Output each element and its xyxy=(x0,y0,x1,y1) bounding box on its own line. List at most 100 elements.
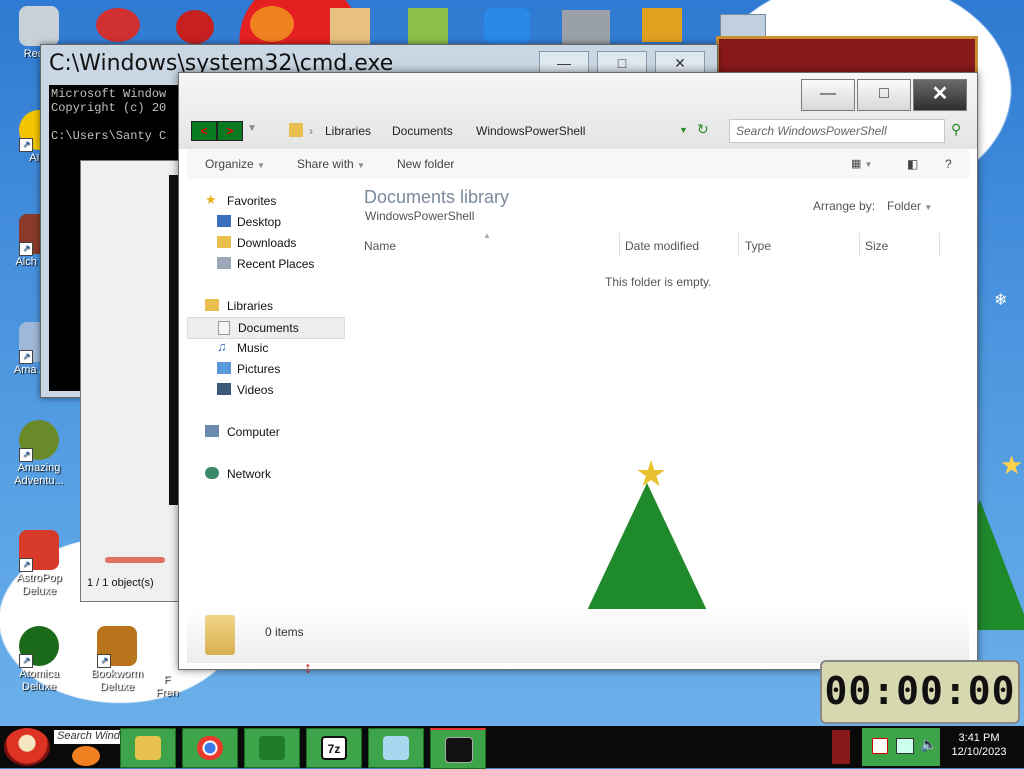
search-icon[interactable]: ⚲ xyxy=(951,121,961,138)
firefox-icon[interactable] xyxy=(250,6,294,42)
column-header-date-modified[interactable]: Date modified xyxy=(625,239,699,253)
taskbar-file-explorer[interactable] xyxy=(120,728,176,768)
minimize-button[interactable]: — xyxy=(801,79,855,111)
star-icon: ★ xyxy=(1000,450,1024,480)
shortcut-arrow-icon: ↗ xyxy=(19,558,33,572)
chevron-down-icon: ▼ xyxy=(924,203,933,212)
pictures-icon xyxy=(217,362,231,374)
preview-pane-icon[interactable]: ◧ xyxy=(907,157,918,171)
object-count-status: 1 / 1 object(s) xyxy=(87,577,154,589)
breadcrumb-documents[interactable]: Documents xyxy=(392,124,453,138)
close-button[interactable]: ✕ xyxy=(913,79,967,111)
explorer-window[interactable]: — □ ✕ < > ▼ › Libraries Documents Window… xyxy=(178,72,978,670)
maximize-button[interactable]: □ xyxy=(857,79,911,111)
breadcrumb-separator-icon: › xyxy=(309,124,313,138)
desktop-icon-bookworm[interactable]: ↗ Bookworm Deluxe xyxy=(82,626,152,694)
help-button[interactable]: ? xyxy=(945,157,952,171)
clock-date: 12/10/2023 xyxy=(951,746,1007,758)
taskbar-clock[interactable]: 3:41 PM 12/10/2023 xyxy=(944,731,1014,759)
timer-gadget[interactable]: 00:00:00 xyxy=(820,660,1020,724)
navigation-pane: ★ Favorites Desktop Downloads Recent Pla… xyxy=(187,179,347,609)
column-header-size[interactable]: Size xyxy=(865,239,888,253)
nav-videos[interactable]: Videos xyxy=(187,380,343,400)
new-folder-button[interactable]: New folder xyxy=(397,157,454,171)
back-button[interactable]: < xyxy=(191,121,217,141)
nav-music[interactable]: ♫ Music xyxy=(187,338,343,358)
start-button[interactable] xyxy=(4,728,50,766)
chrome-icon xyxy=(197,736,223,760)
shortcut-arrow-icon: ↗ xyxy=(19,242,33,256)
computer-icon xyxy=(205,425,219,437)
column-divider[interactable] xyxy=(619,233,620,257)
folder-icon xyxy=(205,615,235,655)
taskbar-7zip[interactable]: 7z xyxy=(306,728,362,768)
breadcrumb-libraries[interactable]: Libraries xyxy=(325,124,371,138)
game-icon[interactable] xyxy=(96,8,140,42)
recent-pages-chevron-icon[interactable]: ▼ xyxy=(247,123,257,134)
firefox-icon[interactable] xyxy=(72,746,100,766)
nav-computer[interactable]: Computer xyxy=(187,422,343,442)
frog-icon[interactable] xyxy=(408,8,448,44)
item-count: 0 items xyxy=(265,625,304,639)
nav-network[interactable]: Network xyxy=(187,464,343,484)
view-options-icon[interactable]: ▦ ▼ xyxy=(851,157,872,170)
forward-button[interactable]: > xyxy=(217,121,243,141)
chevron-down-icon: ▼ xyxy=(257,161,265,170)
taskbar-christmas-tree[interactable] xyxy=(244,728,300,768)
arrange-by-dropdown[interactable]: Folder ▼ xyxy=(887,199,932,213)
taskbar-command-prompt[interactable] xyxy=(430,728,486,769)
nav-recent-places[interactable]: Recent Places xyxy=(187,254,343,274)
shark-icon[interactable] xyxy=(562,10,610,44)
shortcut-arrow-icon: ↗ xyxy=(19,448,33,462)
share-with-menu[interactable]: Share with ▼ xyxy=(297,157,365,171)
snowflake-icon: ❄ xyxy=(994,292,1008,309)
taskbar: Search Wind 7z 🔈 3:41 PM 12/10/2023 xyxy=(0,726,1024,769)
network-tray-icon[interactable] xyxy=(896,738,914,754)
7zip-icon: 7z xyxy=(321,736,347,760)
folder-icon xyxy=(289,123,303,137)
organize-menu[interactable]: Organize ▼ xyxy=(205,157,265,171)
shortcut-arrow-icon: ↗ xyxy=(19,654,33,668)
clock-time: 3:41 PM xyxy=(958,732,1000,744)
desktop-icon-atomica[interactable]: ↗ Atomica Deluxe xyxy=(4,626,74,694)
column-divider[interactable] xyxy=(939,233,940,257)
desktop-icon-amazing-adventures-2[interactable]: ↗ Amazing Adventu... xyxy=(4,420,74,488)
nav-desktop[interactable]: Desktop xyxy=(187,212,343,232)
notepad-icon xyxy=(383,736,409,760)
column-divider[interactable] xyxy=(859,233,860,257)
taskbar-search-input[interactable]: Search Wind xyxy=(54,730,123,744)
cmd-icon xyxy=(445,737,473,763)
taskbar-chrome[interactable] xyxy=(182,728,238,768)
progress-bar xyxy=(105,557,165,563)
taskbar-notepad[interactable] xyxy=(368,728,424,768)
breadcrumb-windowspowershell[interactable]: WindowsPowerShell xyxy=(476,124,585,138)
action-center-icon[interactable] xyxy=(872,738,888,754)
character-icon[interactable] xyxy=(176,10,214,44)
desktop-icon-astropop[interactable]: ↗ AstroPop Deluxe xyxy=(4,530,74,598)
show-hidden-icons-button[interactable] xyxy=(832,730,850,764)
nav-libraries[interactable]: Libraries xyxy=(187,296,343,316)
column-divider[interactable] xyxy=(738,233,739,257)
refresh-icon[interactable]: ↻ xyxy=(697,121,709,138)
nav-favorites[interactable]: ★ Favorites xyxy=(187,191,343,211)
app-r-icon[interactable] xyxy=(484,8,530,44)
nav-downloads[interactable]: Downloads xyxy=(187,233,343,253)
recent-places-icon xyxy=(217,257,231,269)
search-input[interactable]: Search WindowsPowerShell xyxy=(729,119,945,143)
background-window[interactable]: 1 / 1 object(s) xyxy=(80,160,192,602)
nav-pictures[interactable]: Pictures xyxy=(187,359,343,379)
search-placeholder: Search WindowsPowerShell xyxy=(736,124,887,138)
library-subtitle[interactable]: WindowsPowerShell xyxy=(365,209,474,223)
column-header-name[interactable]: Name xyxy=(364,239,396,253)
desktop-icon-frenzy[interactable]: F Fren xyxy=(152,674,182,700)
nav-documents[interactable]: Documents xyxy=(187,317,345,339)
address-dropdown-icon[interactable]: ▼ xyxy=(679,125,688,135)
shrine-icon[interactable] xyxy=(330,8,370,44)
column-header-type[interactable]: Type xyxy=(745,239,771,253)
volume-icon[interactable]: 🔈 xyxy=(920,736,937,753)
library-title: Documents library xyxy=(364,187,510,207)
cube-icon[interactable] xyxy=(642,8,682,42)
shortcut-arrow-icon: ↗ xyxy=(19,138,33,152)
chevron-down-icon: ▼ xyxy=(357,161,365,170)
shortcut-arrow-icon: ↗ xyxy=(19,350,33,364)
